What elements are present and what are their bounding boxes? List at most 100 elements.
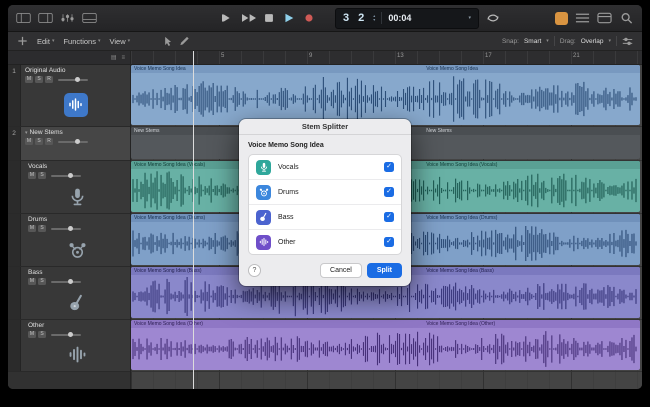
bar-ruler[interactable]: 59131721 [131, 51, 642, 65]
volume-knob[interactable] [75, 139, 80, 144]
track-header-vocals[interactable]: VocalsMS [8, 161, 130, 214]
split-button[interactable]: Split [367, 263, 402, 278]
track-header-new-stems[interactable]: 2▾New StemsMSR [8, 127, 130, 161]
solo-button[interactable]: S [38, 278, 46, 285]
fast-forward-button[interactable] [242, 13, 256, 23]
drums-icon [256, 185, 271, 200]
track-name-label: Drums [28, 216, 47, 223]
playhead[interactable] [193, 51, 194, 389]
volume-slider[interactable] [51, 334, 81, 336]
list-icon[interactable] [575, 12, 590, 24]
lane-0: Voice Memo Song IdeaVoice Memo Song Idea [131, 65, 642, 127]
track-icon-area [25, 85, 126, 124]
lcd-divider [381, 12, 382, 24]
volume-knob[interactable] [68, 173, 73, 178]
track-name: Other [28, 322, 126, 329]
region-name-strip: Voice Memo Song Idea (Other)Voice Memo S… [131, 320, 640, 328]
mixer-icon[interactable] [60, 12, 75, 24]
track-name-label: New Stems [30, 129, 63, 136]
region-voice-memo-song-idea[interactable]: Voice Memo Song IdeaVoice Memo Song Idea [131, 65, 640, 125]
stem-option-other[interactable]: Other✓ [249, 230, 401, 254]
track-header-drums[interactable]: Drums MS [8, 214, 130, 267]
mute-button[interactable]: M [28, 172, 36, 179]
help-button[interactable]: ? [248, 264, 261, 277]
mute-button[interactable]: M [25, 76, 33, 83]
stop-button[interactable] [262, 13, 276, 23]
sidebar-icon[interactable] [16, 12, 31, 24]
stem-checkbox[interactable]: ✓ [384, 212, 394, 222]
add-track-icon[interactable] [17, 36, 28, 46]
menu-view[interactable]: View▾ [110, 37, 131, 46]
record-button[interactable] [302, 13, 316, 23]
track-header-other[interactable]: Other MS [8, 320, 130, 372]
solo-button[interactable]: S [35, 138, 43, 145]
mute-button[interactable]: M [28, 225, 36, 232]
stem-option-vocals[interactable]: Vocals✓ [249, 155, 401, 180]
pointer-tool-icon[interactable] [163, 36, 174, 46]
track-number [8, 320, 21, 371]
inspector-icon[interactable] [38, 12, 53, 24]
ruler-tick: 5 [221, 53, 224, 59]
stem-checkbox[interactable]: ✓ [384, 187, 394, 197]
ruler-tick: 9 [309, 53, 312, 59]
solo-button[interactable]: S [35, 76, 43, 83]
drag-value[interactable]: Overlap [581, 38, 604, 45]
track-controls: MSR [25, 76, 126, 83]
track-controls: MS [28, 278, 126, 285]
volume-knob[interactable] [68, 226, 73, 231]
mute-button[interactable]: M [28, 331, 36, 338]
solo-button[interactable]: S [38, 331, 46, 338]
orange-badge-icon[interactable] [555, 12, 568, 25]
disclosure-triangle-icon[interactable]: ▾ [25, 130, 28, 136]
region-label: Voice Memo Song Idea (Bass) [134, 267, 202, 275]
grid-icon[interactable]: ▤ [111, 54, 117, 61]
menu-functions[interactable]: Functions▾ [63, 37, 100, 46]
chevron-down-icon: ▾ [128, 38, 131, 44]
lcd-dropdown-icon[interactable]: ▾ [468, 15, 471, 21]
menu-edit[interactable]: Edit▾ [37, 37, 54, 46]
stem-option-drums[interactable]: Drums✓ [249, 180, 401, 205]
volume-slider[interactable] [51, 175, 81, 177]
volume-slider[interactable] [58, 141, 88, 143]
volume-knob[interactable] [68, 332, 73, 337]
lcd-beats-stepper[interactable]: ▴▾ [373, 14, 375, 22]
volume-slider[interactable] [51, 228, 81, 230]
track-header-bass[interactable]: BassMS [8, 267, 130, 320]
lcd-display[interactable]: 3 2 ▴▾ 00:04 ▾ [335, 8, 479, 29]
mute-button[interactable]: M [25, 138, 33, 145]
panel-icon[interactable] [597, 12, 612, 24]
snap-value[interactable]: Smart [524, 38, 541, 45]
list-icon[interactable]: ≡ [121, 55, 125, 61]
pencil-tool-icon[interactable] [179, 36, 190, 46]
region-label: Voice Memo Song Idea (Vocals) [134, 161, 205, 169]
volume-slider[interactable] [58, 79, 88, 81]
cycle-icon[interactable] [486, 13, 500, 23]
zoom-controls-icon[interactable] [622, 36, 633, 46]
dialog-subtitle: Voice Memo Song Idea [248, 142, 402, 149]
snap-drag-controls: Snap: Smart ▾ Drag: Overlap ▾ [502, 36, 633, 46]
stem-checkbox[interactable]: ✓ [384, 237, 394, 247]
volume-slider[interactable] [51, 281, 81, 283]
track-name: Original Audio [25, 67, 126, 74]
record-enable-button[interactable]: R [45, 76, 53, 83]
play-button[interactable] [282, 13, 296, 23]
dialog-footer: ? Cancel Split [248, 263, 402, 278]
stem-option-bass[interactable]: Bass✓ [249, 205, 401, 230]
stem-checkbox[interactable]: ✓ [384, 162, 394, 172]
region-voice-memo-song-idea-other-[interactable]: Voice Memo Song Idea (Other)Voice Memo S… [131, 320, 640, 370]
search-icon[interactable] [619, 12, 634, 24]
volume-knob[interactable] [68, 279, 73, 284]
track-header-original-audio[interactable]: 1Original AudioMSR [8, 65, 130, 127]
lcd-beats: 3 2 [343, 12, 367, 24]
rewind-button[interactable] [222, 13, 236, 23]
volume-knob[interactable] [75, 77, 80, 82]
bass-icon [28, 287, 126, 317]
editors-icon[interactable] [82, 12, 97, 24]
solo-button[interactable]: S [38, 225, 46, 232]
track-panel-toolbar: ▤ ≡ [8, 51, 130, 65]
record-enable-button[interactable]: R [45, 138, 53, 145]
cancel-button[interactable]: Cancel [320, 263, 362, 278]
waveform-icon [256, 235, 271, 250]
solo-button[interactable]: S [38, 172, 46, 179]
mute-button[interactable]: M [28, 278, 36, 285]
